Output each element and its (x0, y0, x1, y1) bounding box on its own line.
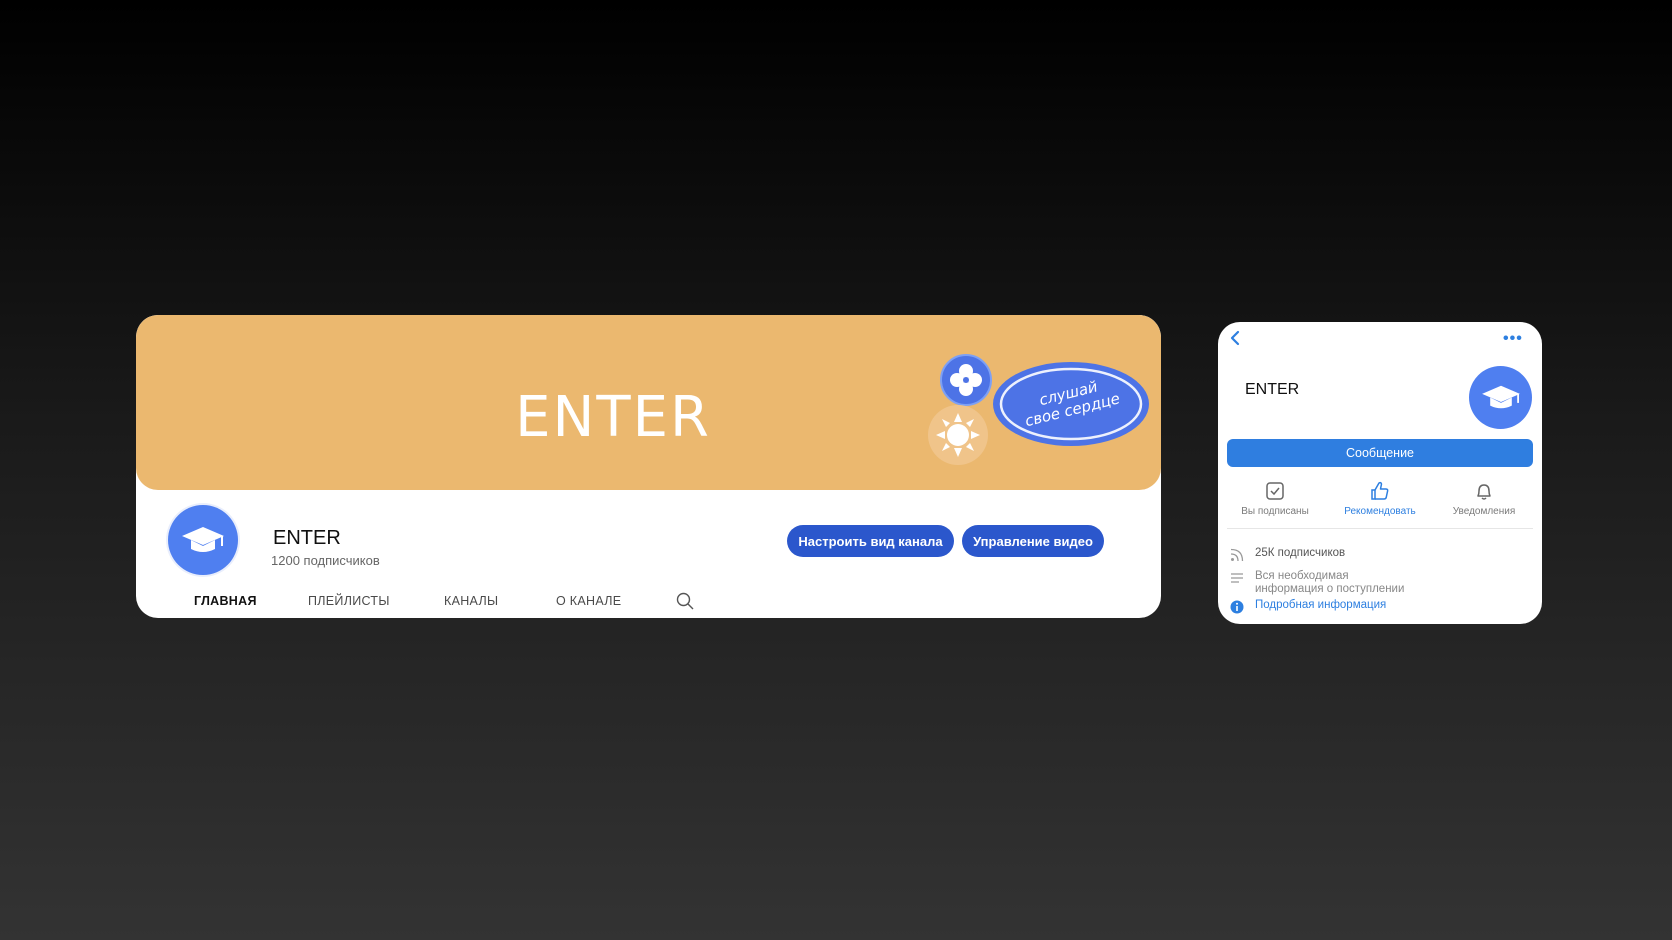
subscriber-count: 1200 подписчиков (271, 553, 380, 568)
more-options-icon[interactable]: ••• (1503, 331, 1523, 347)
channel-name: ENTER (273, 527, 341, 549)
tab-home[interactable]: ГЛАВНАЯ (194, 594, 257, 608)
mobile-channel-avatar[interactable] (1469, 366, 1532, 429)
tab-playlists[interactable]: ПЛЕЙЛИСТЫ (308, 594, 390, 608)
sticker-graphic: слушай свое сердце (928, 354, 1149, 465)
recommend-label: Рекомендовать (1344, 506, 1416, 517)
mobile-subscriber-count: 25К подписчиков (1255, 547, 1346, 559)
description-line-1: Вся необходимая (1255, 570, 1349, 582)
mobile-channel-card: ••• ENTER Сообщение Вы подписаны Рекомен… (1218, 322, 1542, 624)
customize-channel-button[interactable]: Настроить вид канала (787, 525, 954, 557)
graduation-cap-icon (182, 527, 224, 552)
subscribed-action[interactable]: Вы подписаны (1225, 480, 1325, 517)
bell-icon (1477, 484, 1491, 500)
description-line-2: информация о поступлении (1255, 583, 1405, 595)
notifications-action[interactable]: Уведомления (1434, 480, 1534, 517)
rss-icon (1230, 548, 1244, 562)
desktop-channel-card: ENTER слушай свое сердце ENTER 1200 подп… (136, 315, 1161, 618)
message-button[interactable]: Сообщение (1227, 439, 1533, 467)
channel-avatar[interactable] (168, 505, 238, 575)
search-icon[interactable] (676, 592, 694, 610)
info-icon (1230, 600, 1244, 614)
text-lines-icon (1231, 573, 1243, 583)
divider (1227, 528, 1533, 529)
details-link[interactable]: Подробная информация (1255, 599, 1386, 612)
channel-banner: ENTER слушай свое сердце (136, 315, 1161, 490)
checkbox-icon (1266, 482, 1284, 500)
tab-about[interactable]: О КАНАЛЕ (556, 594, 621, 608)
manage-videos-button[interactable]: Управление видео (962, 525, 1104, 557)
details-row[interactable]: Подробная информация (1230, 599, 1386, 614)
subscribers-row: 25К подписчиков (1230, 547, 1345, 562)
thumbs-up-icon (1371, 481, 1389, 500)
notifications-label: Уведомления (1452, 506, 1516, 517)
recommend-action[interactable]: Рекомендовать (1330, 480, 1430, 517)
tab-channels[interactable]: КАНАЛЫ (444, 594, 498, 608)
channel-description: Вся необходимая информация о поступлении (1255, 570, 1404, 596)
mobile-channel-name: ENTER (1245, 381, 1300, 398)
graduation-cap-icon (1481, 385, 1520, 409)
subscribed-label: Вы подписаны (1241, 506, 1309, 517)
description-row: Вся необходимая информация о поступлении (1230, 570, 1404, 596)
heart-sticker: слушай свое сердце (926, 353, 1156, 473)
chevron-left-icon[interactable] (1228, 328, 1242, 348)
